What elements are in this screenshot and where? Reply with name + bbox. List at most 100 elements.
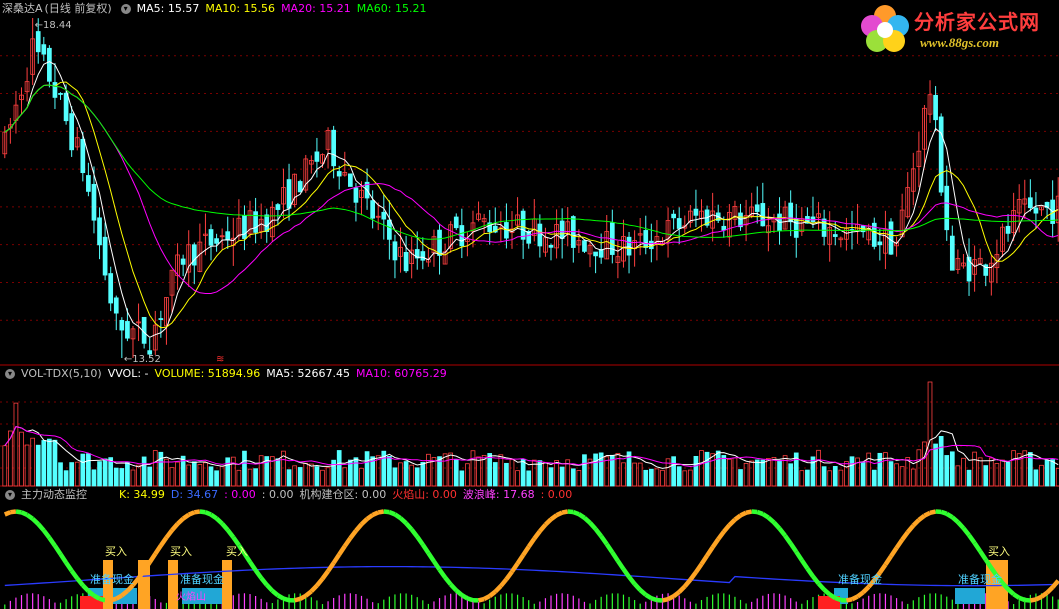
volume-bar [86, 453, 91, 487]
k-wave-segment [532, 529, 542, 540]
volume-bar [788, 463, 794, 487]
indicator-title[interactable]: 主力动态监控 [21, 488, 87, 501]
volume-bar [275, 458, 281, 487]
candle [821, 218, 827, 237]
candle [180, 258, 186, 265]
volume-bar [838, 469, 844, 487]
k-wave-segment [604, 542, 615, 554]
k-wave-segment [561, 509, 569, 515]
candle [353, 187, 359, 203]
histogram-bar [594, 599, 597, 609]
k-wave-segment [10, 509, 17, 515]
volume-bar [2, 445, 8, 487]
expand-icon[interactable]: ▾ [120, 4, 131, 14]
histogram-bar [43, 596, 45, 609]
histogram-bar [232, 595, 234, 609]
candle [933, 94, 938, 121]
histogram-bar [165, 602, 168, 609]
histogram-bar [617, 593, 619, 609]
histogram-bar [957, 603, 959, 609]
volume-bar [961, 457, 966, 487]
k-wave-segment [282, 596, 290, 603]
k-wave-segment [521, 545, 531, 557]
k-wave-segment [493, 584, 503, 594]
candle [559, 220, 565, 239]
volume-bar [258, 455, 264, 487]
volume-bar [910, 468, 916, 487]
histogram-bar [767, 593, 769, 609]
expand-icon[interactable]: ▾ [5, 369, 15, 379]
candle [760, 203, 766, 227]
volume-bar [766, 458, 771, 487]
stock-chart[interactable]: ←18.44 ←13.52 ≋ 买入 买入 买入 买入准备现金 准备现金 准备现金 准备现金火焰山 [0, 0, 1059, 609]
histogram-bar [884, 593, 887, 609]
ma-label-0: MA5: 15.57 [136, 2, 200, 15]
histogram-bar [611, 593, 613, 609]
k-wave-segment [1024, 597, 1031, 603]
volume-bar [476, 456, 481, 487]
stock-name[interactable]: 深桑达A [2, 2, 43, 15]
volume-bar [977, 457, 983, 487]
expand-icon[interactable]: ▾ [5, 490, 15, 500]
volume-bar [844, 461, 849, 487]
k-wave-segment [822, 587, 832, 597]
volume-bar [704, 451, 710, 487]
k-wave-segment [577, 512, 586, 520]
histogram-bar [561, 593, 563, 609]
adjust-mode[interactable]: (日线 前复权) [45, 2, 112, 15]
volume-bar [1044, 459, 1050, 487]
histogram-bar [516, 594, 519, 609]
histogram-bar [555, 593, 558, 609]
ma-label-2: MA20: 15.21 [281, 2, 351, 15]
k-wave-segment [276, 593, 285, 601]
volume-bar [242, 450, 247, 487]
volume-bar [894, 463, 899, 487]
k-wave-segment [894, 538, 905, 550]
histogram-bar [372, 602, 374, 609]
k-wave-segment [466, 596, 474, 603]
buy-signal-label: 买入 [105, 545, 127, 558]
histogram-bar [583, 601, 586, 609]
event-marker-icon: ≋ [216, 354, 224, 365]
k-wave-segment [253, 568, 263, 580]
k-wave-segment [460, 593, 469, 601]
histogram-bar [706, 596, 708, 609]
k-wave-segment [555, 510, 564, 518]
volume-title[interactable]: VOL-TDX(5,10) [21, 367, 102, 380]
candle [370, 200, 376, 219]
candle [264, 214, 270, 232]
volume-bar [35, 444, 41, 487]
histogram-bar [600, 596, 602, 609]
volume-bar [8, 430, 13, 487]
candle [336, 171, 342, 177]
k-wave-segment [526, 537, 537, 548]
histogram-bar [238, 593, 240, 609]
volume-bar [972, 451, 977, 487]
histogram-bar [940, 594, 942, 609]
k-wave-segment [315, 577, 325, 587]
volume-bar [208, 466, 214, 487]
k-wave-segment [911, 518, 921, 528]
k-wave-segment [582, 516, 592, 525]
volume-bar [465, 463, 470, 487]
k-wave-segment [1040, 590, 1049, 599]
histogram-bar [433, 601, 435, 609]
candle [208, 229, 214, 246]
k-wave-segment [672, 590, 681, 599]
buy-signal-label: 买入 [170, 545, 192, 558]
volume-bar [526, 470, 532, 487]
volume-bar [297, 467, 303, 487]
volume-bar [660, 469, 665, 487]
volume-bar [799, 470, 805, 487]
histogram-bar [327, 601, 329, 609]
volume-bar [654, 468, 660, 487]
histogram-bar [76, 594, 78, 609]
k-wave-segment [209, 512, 218, 521]
k-wave-segment [950, 515, 960, 524]
k-wave-segment [616, 559, 626, 571]
volume-bar [403, 461, 409, 487]
histogram-bar [751, 601, 753, 609]
histogram-bar [154, 598, 156, 609]
k-wave-segment [199, 509, 206, 515]
candle [676, 218, 682, 229]
